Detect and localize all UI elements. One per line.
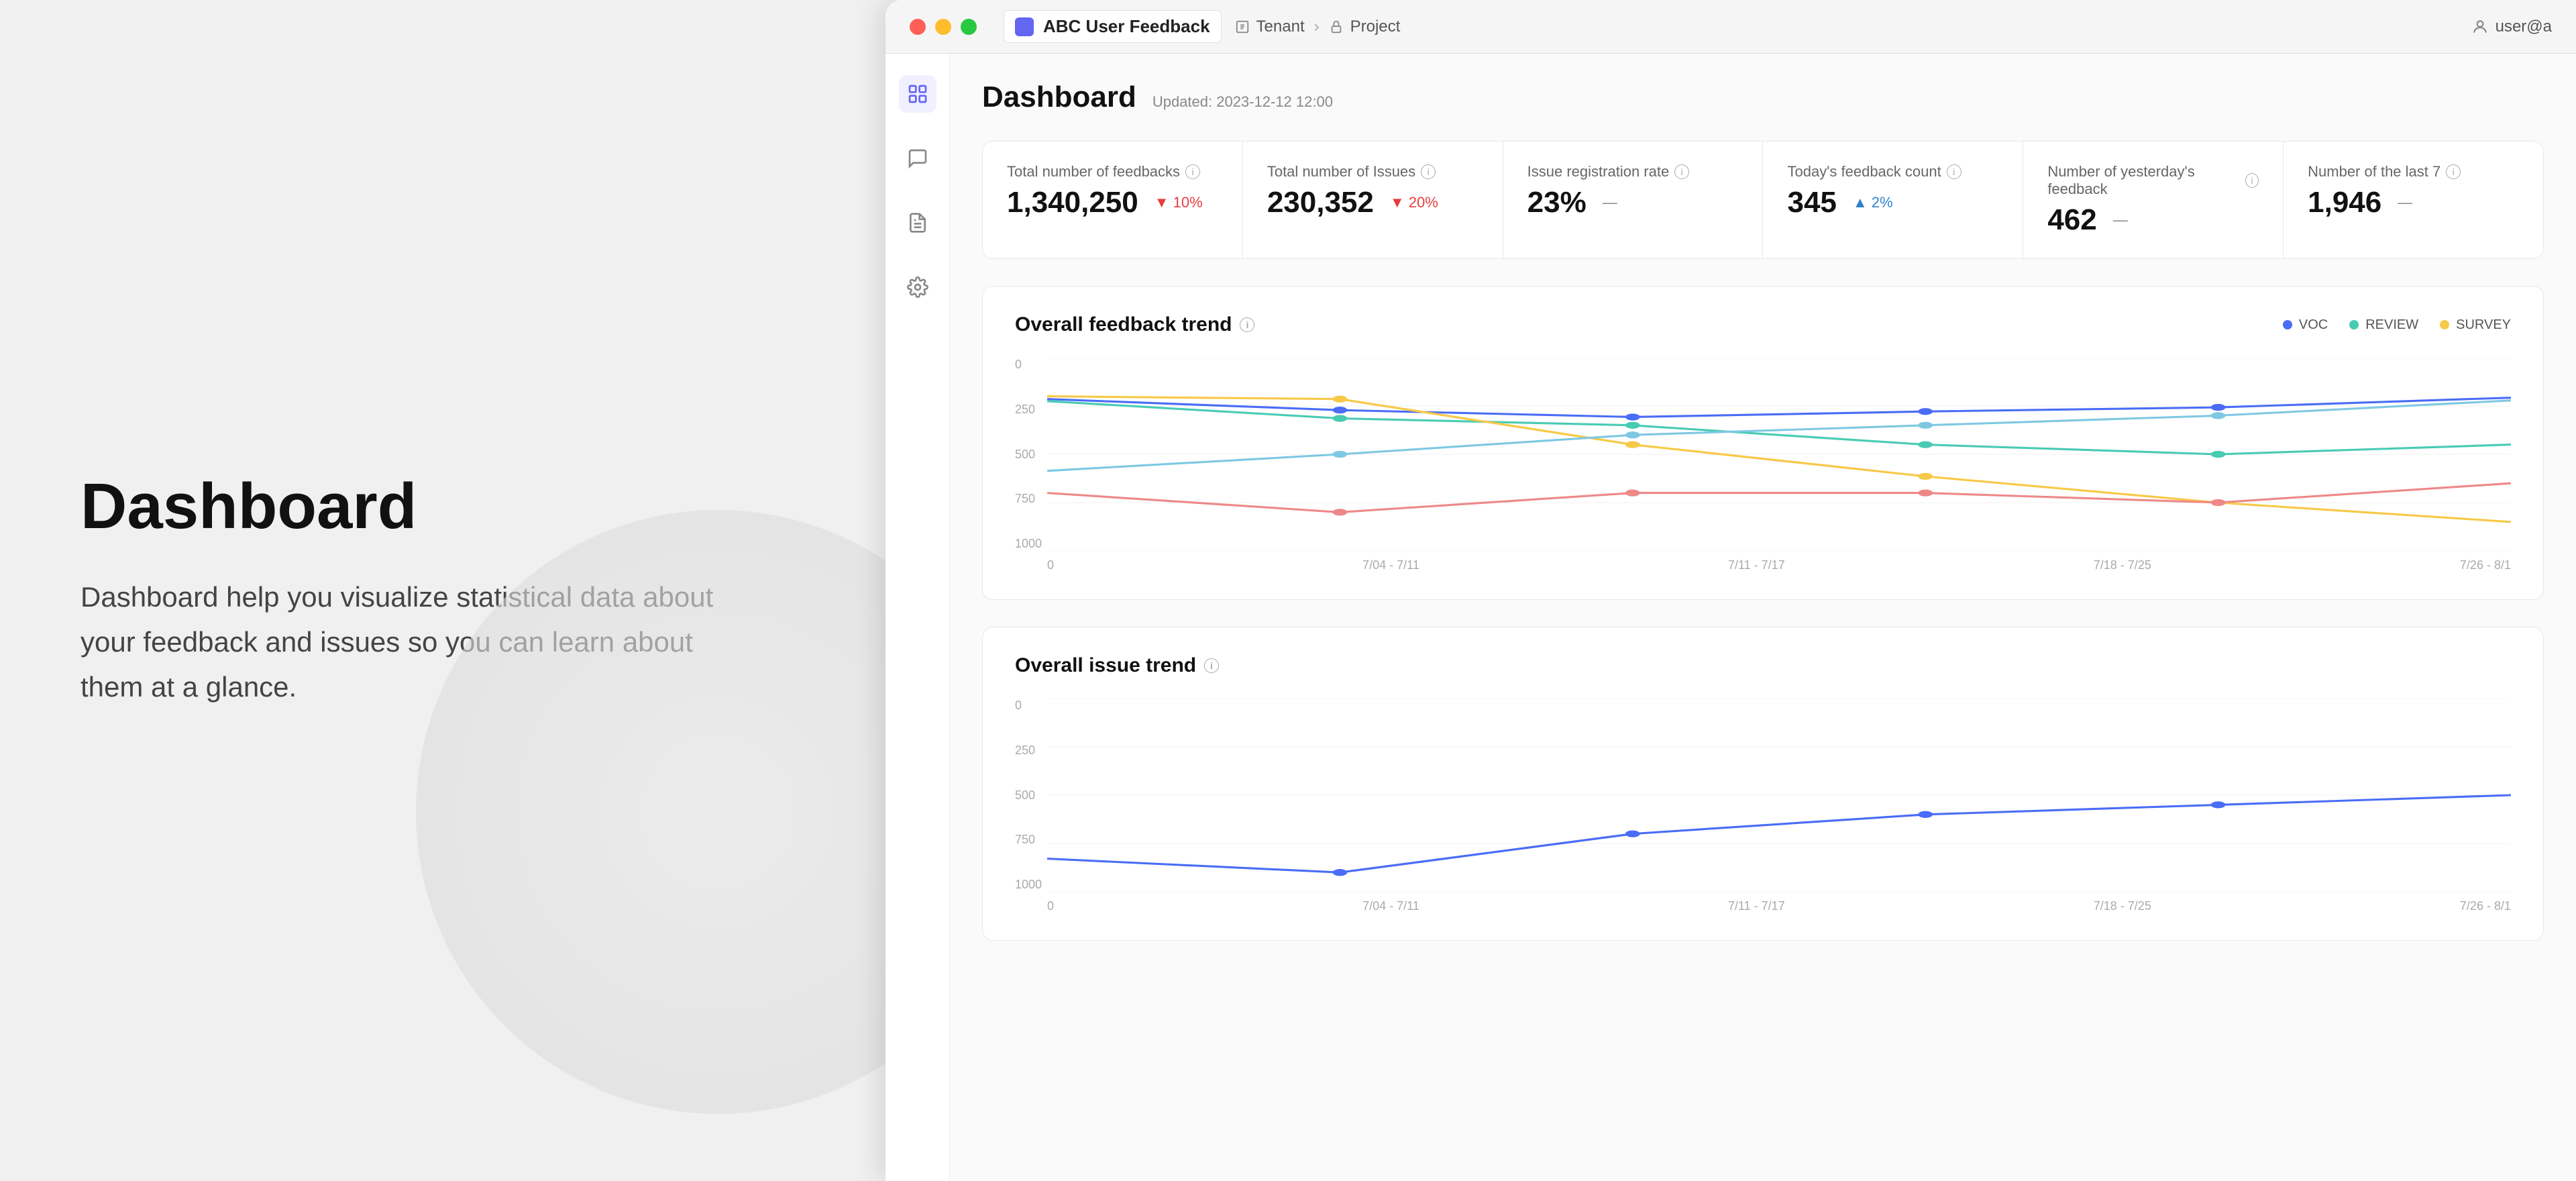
- settings-icon: [907, 276, 928, 298]
- breadcrumb-separator-1: ›: [1314, 17, 1320, 36]
- title-bar: ABC User Feedback Tenant › Project user@…: [885, 0, 2576, 54]
- stat-badge-5: —: [2391, 191, 2419, 214]
- stat-label-3: Today's feedback count i: [1787, 163, 1998, 181]
- chart-header-feedback: Overall feedback trend i VOC REVIEW: [1015, 313, 2511, 336]
- stat-label-1: Total number of Issues i: [1267, 163, 1479, 181]
- left-panel: Dashboard Dashboard help you visualize s…: [0, 0, 885, 1181]
- sidebar-item-settings[interactable]: [899, 268, 936, 306]
- breadcrumb-project[interactable]: Project: [1329, 17, 1401, 36]
- info-icon-1[interactable]: i: [1421, 164, 1436, 179]
- y-axis-labels-issue: 1000 750 500 250 0: [1015, 699, 1042, 892]
- stat-label-0: Total number of feedbacks i: [1007, 163, 1218, 181]
- stat-badge-4: —: [2106, 209, 2135, 232]
- stat-value-2: 23% —: [1527, 186, 1739, 219]
- stat-value-4: 462 —: [2047, 203, 2259, 237]
- stat-value-5: 1,946 —: [2308, 186, 2519, 219]
- stat-card-5: Number of the last 7 i 1,946 —: [2284, 142, 2543, 258]
- info-icon-4[interactable]: i: [2245, 173, 2259, 188]
- issue-trend-chart: 1000 750 500 250 0: [1015, 699, 2511, 913]
- legend-label-review: REVIEW: [2365, 317, 2418, 333]
- chart-title-feedback: Overall feedback trend i: [1015, 313, 1254, 336]
- info-icon-5[interactable]: i: [2446, 164, 2461, 179]
- stat-badge-0: ▼ 10%: [1148, 191, 1210, 214]
- info-icon-2[interactable]: i: [1674, 164, 1689, 179]
- app-logo-icon: [1015, 17, 1034, 36]
- legend-label-survey: SURVEY: [2456, 317, 2511, 333]
- legend-voc: VOC: [2283, 317, 2328, 333]
- legend-dot-review: [2349, 320, 2359, 329]
- app-name: ABC User Feedback: [1043, 16, 1210, 37]
- stat-card-2: Issue registration rate i 23% —: [1503, 142, 1764, 258]
- close-button[interactable]: [910, 19, 926, 35]
- maximize-button[interactable]: [961, 19, 977, 35]
- username: user@a: [2496, 17, 2552, 36]
- chart-info-icon-feedback[interactable]: i: [1240, 317, 1254, 332]
- stat-card-1: Total number of Issues i 230,352 ▼ 20%: [1243, 142, 1503, 258]
- tenant-icon: [1235, 19, 1250, 34]
- feedback-chart-area: [1047, 358, 2511, 551]
- dashboard-icon: [907, 83, 928, 105]
- stat-badge-1: ▼ 20%: [1383, 191, 1445, 214]
- sidebar-item-dashboard[interactable]: [899, 75, 936, 113]
- stat-card-0: Total number of feedbacks i 1,340,250 ▼ …: [983, 142, 1243, 258]
- lock-icon: [1329, 19, 1344, 34]
- breadcrumb: Tenant › Project: [1235, 17, 1401, 36]
- info-icon-3[interactable]: i: [1947, 164, 1962, 179]
- breadcrumb-project-label: Project: [1350, 17, 1401, 36]
- stat-value-3: 345 ▲ 2%: [1787, 186, 1998, 219]
- main-layout: Dashboard Updated: 2023-12-12 12:00 Tota…: [885, 54, 2576, 1181]
- chart-title-issue: Overall issue trend i: [1015, 654, 1219, 677]
- legend-survey: SURVEY: [2440, 317, 2511, 333]
- issue-chart-area: [1047, 699, 2511, 892]
- legend-review: REVIEW: [2349, 317, 2418, 333]
- app-window: ABC User Feedback Tenant › Project user@…: [885, 0, 2576, 1181]
- issue-chart-svg: [1047, 699, 2511, 892]
- stat-badge-3: ▲ 2%: [1846, 191, 1900, 214]
- sidebar: [885, 54, 950, 1181]
- stat-label-4: Number of yesterday's feedback i: [2047, 163, 2259, 198]
- y-axis-labels-feedback: 1000 750 500 250 0: [1015, 358, 1042, 551]
- legend-dot-survey: [2440, 320, 2449, 329]
- page-header: Dashboard Updated: 2023-12-12 12:00: [982, 81, 2544, 114]
- x-axis-labels-feedback: 0 7/04 - 7/11 7/11 - 7/17 7/18 - 7/25 7/…: [1047, 558, 2511, 572]
- sidebar-item-issues[interactable]: [899, 204, 936, 242]
- stat-value-1: 230,352 ▼ 20%: [1267, 186, 1479, 219]
- app-logo[interactable]: ABC User Feedback: [1004, 10, 1222, 43]
- chart-info-icon-issue[interactable]: i: [1204, 658, 1219, 673]
- stat-badge-2: —: [1596, 191, 1624, 214]
- stat-label-2: Issue registration rate i: [1527, 163, 1739, 181]
- feedback-chart-svg: [1047, 358, 2511, 551]
- stats-row: Total number of feedbacks i 1,340,250 ▼ …: [982, 141, 2544, 259]
- chart-legend-feedback: VOC REVIEW SURVEY: [2283, 317, 2511, 333]
- legend-dot-voc: [2283, 320, 2292, 329]
- feedback-icon: [907, 148, 928, 169]
- sidebar-item-feedback[interactable]: [899, 140, 936, 177]
- issue-trend-section: Overall issue trend i 1000 750 500 250 0: [982, 627, 2544, 941]
- feedback-trend-chart: 1000 750 500 250 0: [1015, 358, 2511, 572]
- minimize-button[interactable]: [935, 19, 951, 35]
- stat-card-3: Today's feedback count i 345 ▲ 2%: [1763, 142, 2023, 258]
- chart-header-issue: Overall issue trend i: [1015, 654, 2511, 677]
- legend-label-voc: VOC: [2299, 317, 2328, 333]
- content-area[interactable]: Dashboard Updated: 2023-12-12 12:00 Tota…: [950, 54, 2576, 1181]
- info-icon-0[interactable]: i: [1185, 164, 1200, 179]
- user-icon: [2471, 18, 2489, 36]
- stat-label-5: Number of the last 7 i: [2308, 163, 2519, 181]
- x-axis-labels-issue: 0 7/04 - 7/11 7/11 - 7/17 7/18 - 7/25 7/…: [1047, 899, 2511, 913]
- breadcrumb-tenant-label: Tenant: [1256, 17, 1305, 36]
- feedback-trend-section: Overall feedback trend i VOC REVIEW: [982, 286, 2544, 600]
- traffic-lights: [910, 19, 977, 35]
- stat-card-4: Number of yesterday's feedback i 462 —: [2023, 142, 2284, 258]
- page-title: Dashboard: [982, 81, 1136, 114]
- user-info: user@a: [2471, 17, 2552, 36]
- issues-icon: [907, 212, 928, 234]
- stat-value-0: 1,340,250 ▼ 10%: [1007, 186, 1218, 219]
- page-updated: Updated: 2023-12-12 12:00: [1152, 93, 1333, 111]
- breadcrumb-tenant[interactable]: Tenant: [1235, 17, 1305, 36]
